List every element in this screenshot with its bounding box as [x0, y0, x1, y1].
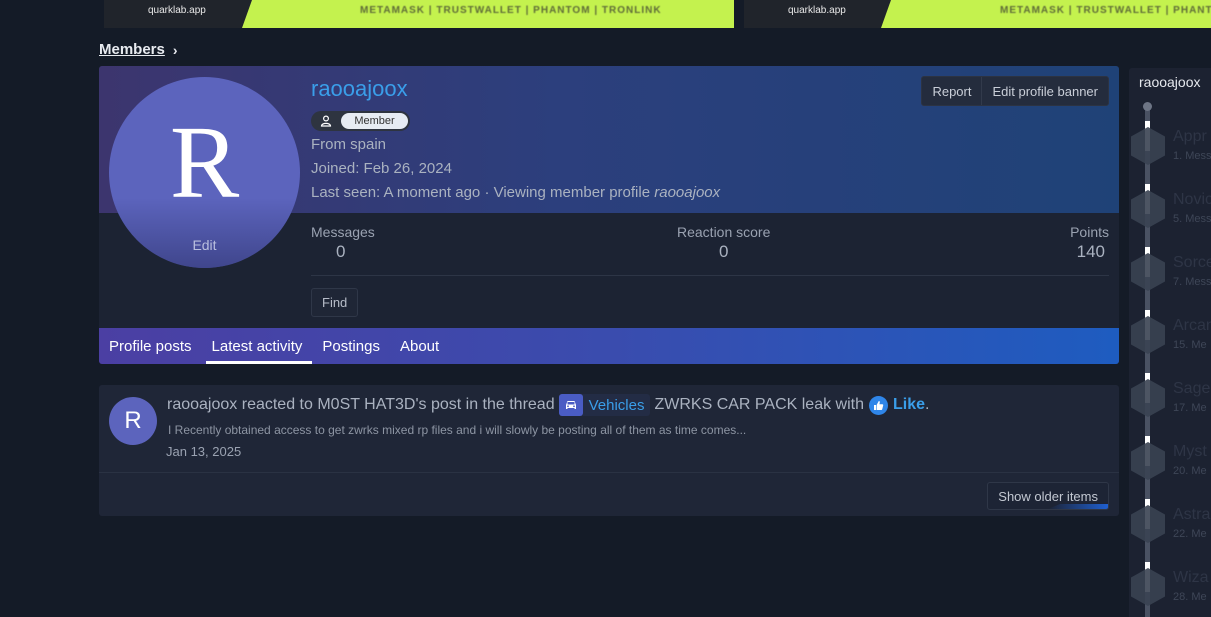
activity-date[interactable]: Jan 13, 2025 — [166, 444, 241, 459]
ad-banner-left[interactable]: quarklab.app METAMASK | TRUSTWALLET | PH… — [104, 0, 734, 28]
rank-item: Appr 1. Mess — [1129, 121, 1211, 174]
edit-profile-banner-button[interactable]: Edit profile banner — [981, 77, 1108, 105]
banner-wallets: METAMASK | TRUSTWALLET | PHANTOM | TRONL… — [360, 5, 662, 16]
profile-last-seen: Last seen: A moment ago · Viewing member… — [311, 184, 720, 201]
activity-text: reacted to — [241, 396, 313, 413]
banner-domain: quarklab.app — [148, 5, 206, 16]
activity-user-link[interactable]: raooajoox — [167, 396, 237, 414]
profile-card: R Edit raooajoox Member From spain Joine… — [99, 66, 1119, 364]
stat-value: 0 — [718, 242, 729, 261]
avatar[interactable]: R — [109, 397, 157, 445]
chevron-right-icon: › — [172, 41, 178, 58]
rank-item: Sage 17. Me — [1129, 373, 1211, 426]
avatar-edit-overlay — [109, 198, 300, 268]
progress-dot — [1143, 102, 1152, 111]
rank-badge-icon — [1131, 190, 1165, 228]
rank-subtitle: 5. Mess — [1173, 213, 1211, 225]
rank-subtitle: 17. Me — [1173, 402, 1207, 414]
user-icon — [311, 111, 341, 131]
rank-title: Myst — [1173, 443, 1207, 460]
stat-label: Reaction score — [677, 224, 771, 240]
rank-title: Wiza — [1173, 569, 1209, 586]
rank-title: Novic — [1173, 191, 1211, 208]
profile-tabs: Profile posts Latest activity Postings A… — [99, 328, 1119, 364]
rank-item: Astra 22. Me — [1129, 499, 1211, 552]
avatar-edit-link[interactable]: Edit — [109, 237, 300, 253]
rank-item: Wiza 28. Me — [1129, 562, 1211, 615]
rank-item: Sorce 7. Mess — [1129, 247, 1211, 300]
rank-title: Astra — [1173, 506, 1211, 523]
activity-text: with — [835, 396, 864, 413]
car-icon — [558, 394, 583, 416]
stat-label: Points — [1070, 224, 1109, 240]
last-seen-text: Last seen: A moment ago · Viewing member… — [311, 184, 655, 201]
banner-domain: quarklab.app — [788, 5, 846, 16]
last-seen-target: raooajoox — [654, 184, 721, 201]
activity-text: . — [925, 396, 930, 413]
rank-title: Sage — [1173, 380, 1211, 397]
rank-badge-icon — [1131, 442, 1165, 480]
role-label: Member — [341, 113, 408, 129]
find-button[interactable]: Find — [311, 288, 359, 317]
tab-about[interactable]: About — [390, 328, 449, 364]
list-item: R raooajoox reacted to M0ST HAT3D's post… — [99, 385, 1119, 473]
profile-joined: Joined: Feb 26, 2024 — [311, 160, 452, 177]
rank-subtitle: 28. Me — [1173, 591, 1207, 603]
breadcrumb: Members › — [99, 41, 178, 58]
rank-subtitle: 7. Mess — [1173, 276, 1211, 288]
activity-text: post in the thread — [430, 396, 555, 413]
ad-banner-right[interactable]: quarklab.app METAMASK | TRUSTWALLET | PH… — [744, 0, 1211, 28]
profile-location: From spain — [311, 136, 387, 153]
rank-badge-icon — [1131, 316, 1165, 354]
profile-actions: Report Edit profile banner — [921, 76, 1109, 106]
stat-label: Messages — [311, 224, 375, 240]
breadcrumb-members-link[interactable]: Members — [99, 41, 165, 58]
rank-badge-icon — [1131, 379, 1165, 417]
report-button[interactable]: Report — [922, 77, 981, 105]
stat-value: 140 — [1076, 242, 1105, 261]
sidebar-username: raooajoox — [1139, 74, 1201, 90]
show-older-items-button[interactable]: Show older items — [987, 482, 1109, 510]
trophy-sidebar: raooajoox Appr 1. Mess Novic 5. Mess Sorce… — [1129, 68, 1211, 617]
activity-target-user-link[interactable]: M0ST HAT3D's — [317, 396, 426, 414]
rank-title: Arcan — [1173, 317, 1211, 334]
tab-postings[interactable]: Postings — [312, 328, 390, 364]
rank-subtitle: 20. Me — [1173, 465, 1207, 477]
profile-stats: Messages 0 Reaction score 0 Points 140 — [311, 224, 1109, 276]
stat-value: 0 — [336, 242, 346, 261]
rank-item: Novic 5. Mess — [1129, 184, 1211, 237]
rank-badge-icon — [1131, 253, 1165, 291]
reaction-label: Like — [893, 396, 926, 413]
rank-subtitle: 22. Me — [1173, 528, 1207, 540]
rank-item: Arcan 15. Me — [1129, 310, 1211, 363]
rank-subtitle: 1. Mess — [1173, 150, 1211, 162]
rank-title: Appr — [1173, 128, 1207, 145]
profile-username: raooajoox — [311, 76, 408, 101]
tab-profile-posts[interactable]: Profile posts — [99, 328, 202, 364]
rank-badge-icon — [1131, 127, 1165, 165]
avatar[interactable]: R Edit — [109, 77, 300, 268]
rank-badge-icon — [1131, 568, 1165, 606]
stat-points[interactable]: Points 140 — [1070, 224, 1109, 262]
thread-prefix-label: Vehicles — [588, 396, 645, 414]
activity-feed: R raooajoox reacted to M0ST HAT3D's post… — [99, 385, 1119, 516]
banner-wallets: METAMASK | TRUSTWALLET | PHANTOM | T — [1000, 5, 1211, 16]
thread-prefix-badge[interactable]: Vehicles — [558, 394, 651, 416]
thumbs-up-icon — [869, 395, 888, 415]
stat-reaction-score[interactable]: Reaction score 0 — [677, 224, 770, 262]
activity-title: raooajoox reacted to M0ST HAT3D's post i… — [167, 394, 929, 416]
thread-title-link[interactable]: ZWRKS CAR PACK leak — [654, 396, 831, 414]
stat-messages[interactable]: Messages 0 — [311, 224, 375, 262]
role-badge: Member — [311, 111, 410, 131]
activity-snippet: I Recently obtained access to get zwrks … — [168, 423, 747, 437]
rank-item: Myst 20. Me — [1129, 436, 1211, 489]
rank-subtitle: 15. Me — [1173, 339, 1207, 351]
rank-title: Sorce — [1173, 254, 1211, 271]
tab-latest-activity[interactable]: Latest activity — [202, 328, 313, 364]
rank-badge-icon — [1131, 505, 1165, 543]
